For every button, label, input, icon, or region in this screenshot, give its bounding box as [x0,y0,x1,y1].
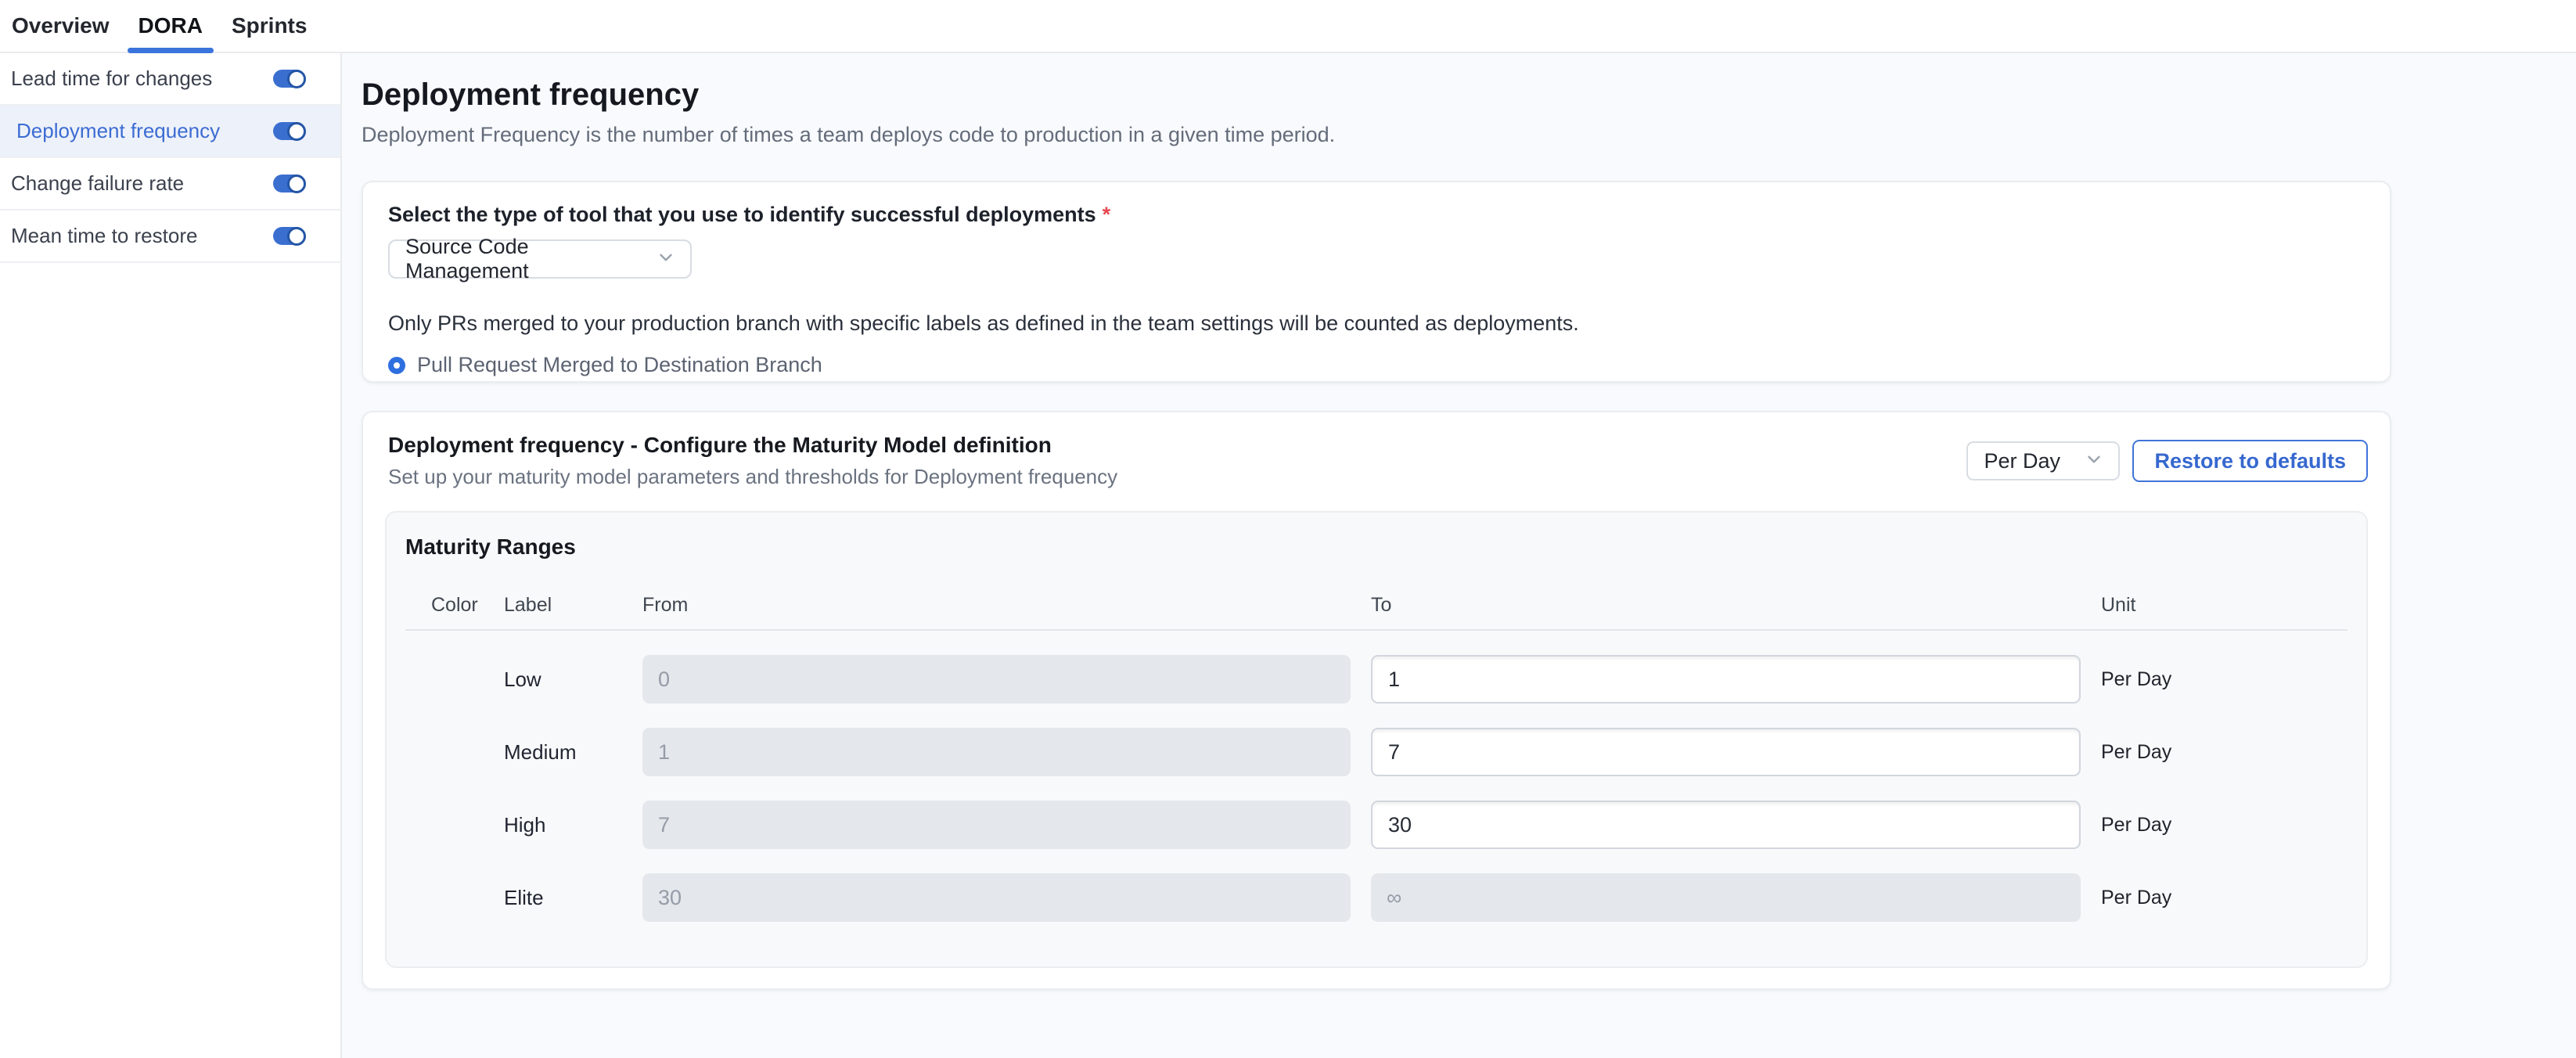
table-row-elite: Elite Per Day [405,873,2348,922]
page-description: Deployment Frequency is the number of ti… [362,121,2391,148]
column-header-from: From [642,594,1371,617]
restore-to-defaults-button[interactable]: Restore to defaults [2132,440,2368,482]
column-header-unit: Unit [2101,594,2348,617]
sidebar-item-lead-time[interactable]: Lead time for changes [0,53,340,106]
range-label: Low [504,668,642,692]
high-to-input[interactable] [1371,801,2081,849]
range-unit: Per Day [2101,668,2348,691]
metrics-sidebar: Lead time for changes Deployment frequen… [0,53,342,1058]
medium-from-input [642,728,1351,776]
maturity-ranges-card: Maturity Ranges Color Label From To Unit… [385,511,2368,968]
tab-bar: Overview DORA Sprints [0,0,2576,53]
sidebar-item-label: Lead time for changes [11,67,212,91]
chevron-down-icon [2084,449,2104,473]
medium-to-input[interactable] [1371,728,2081,776]
range-label: Elite [504,886,642,910]
maturity-card-titles: Deployment frequency - Configure the Mat… [385,433,1117,489]
maturity-card-controls: Per Day Restore to defaults [1966,440,2368,482]
page-title: Deployment frequency [362,74,2391,115]
low-to-input[interactable] [1371,655,2081,704]
table-row-low: Low Per Day [405,655,2348,704]
sidebar-item-deployment-frequency[interactable]: Deployment frequency [0,106,340,158]
table-row-high: High Per Day [405,801,2348,849]
maturity-model-card: Deployment frequency - Configure the Mat… [362,411,2391,990]
tool-select-label: Select the type of tool that you use to … [388,203,2365,227]
range-unit: Per Day [2101,741,2348,764]
unit-select[interactable]: Per Day [1966,441,2120,480]
sidebar-item-label: Change failure rate [11,171,184,196]
table-row-medium: Medium Per Day [405,728,2348,776]
tab-dora[interactable]: DORA [139,0,203,52]
range-unit: Per Day [2101,887,2348,909]
deployment-frequency-toggle[interactable] [273,122,305,140]
sidebar-item-label: Mean time to restore [11,224,197,248]
column-header-color: Color [405,594,504,617]
column-header-label: Label [504,594,642,617]
maturity-card-title: Deployment frequency - Configure the Mat… [385,433,1117,458]
tab-sprints[interactable]: Sprints [232,0,307,52]
high-from-input [642,801,1351,849]
sidebar-item-label: Deployment frequency [11,119,220,143]
sidebar-item-change-failure-rate[interactable]: Change failure rate [0,158,340,211]
required-asterisk: * [1103,203,1111,226]
tool-type-select-value: Source Code Management [405,235,656,283]
maturity-card-subtitle: Set up your maturity model parameters an… [385,465,1117,489]
unit-select-value: Per Day [1984,449,2060,473]
maturity-card-header: Deployment frequency - Configure the Mat… [385,433,2368,489]
sidebar-item-mean-time-to-restore[interactable]: Mean time to restore [0,211,340,263]
tool-selection-card: Select the type of tool that you use to … [362,181,2391,383]
toggle-knob [287,70,306,88]
radio-selected-icon[interactable] [388,357,405,374]
range-label: High [504,813,642,837]
change-failure-rate-toggle[interactable] [273,175,305,193]
tool-type-select[interactable]: Source Code Management [388,239,692,279]
column-header-to: To [1371,594,2101,617]
toggle-knob [287,227,306,246]
toggle-knob [287,122,306,141]
deployment-info-text: Only PRs merged to your production branc… [388,311,2365,336]
elite-to-input [1371,873,2081,922]
maturity-ranges-title: Maturity Ranges [405,534,2348,560]
ranges-table-header: Color Label From To Unit [405,594,2348,631]
mean-time-to-restore-toggle[interactable] [273,227,305,245]
low-from-input [642,655,1351,704]
lead-time-toggle[interactable] [273,70,305,88]
elite-from-input [642,873,1351,922]
pr-merged-radio-option[interactable]: Pull Request Merged to Destination Branc… [388,353,2365,377]
radio-option-label: Pull Request Merged to Destination Branc… [417,353,822,377]
main-panel: Deployment frequency Deployment Frequenc… [342,53,2576,1058]
tab-overview[interactable]: Overview [12,0,110,52]
range-unit: Per Day [2101,814,2348,837]
chevron-down-icon [656,247,676,272]
toggle-knob [287,175,306,193]
range-label: Medium [504,740,642,765]
